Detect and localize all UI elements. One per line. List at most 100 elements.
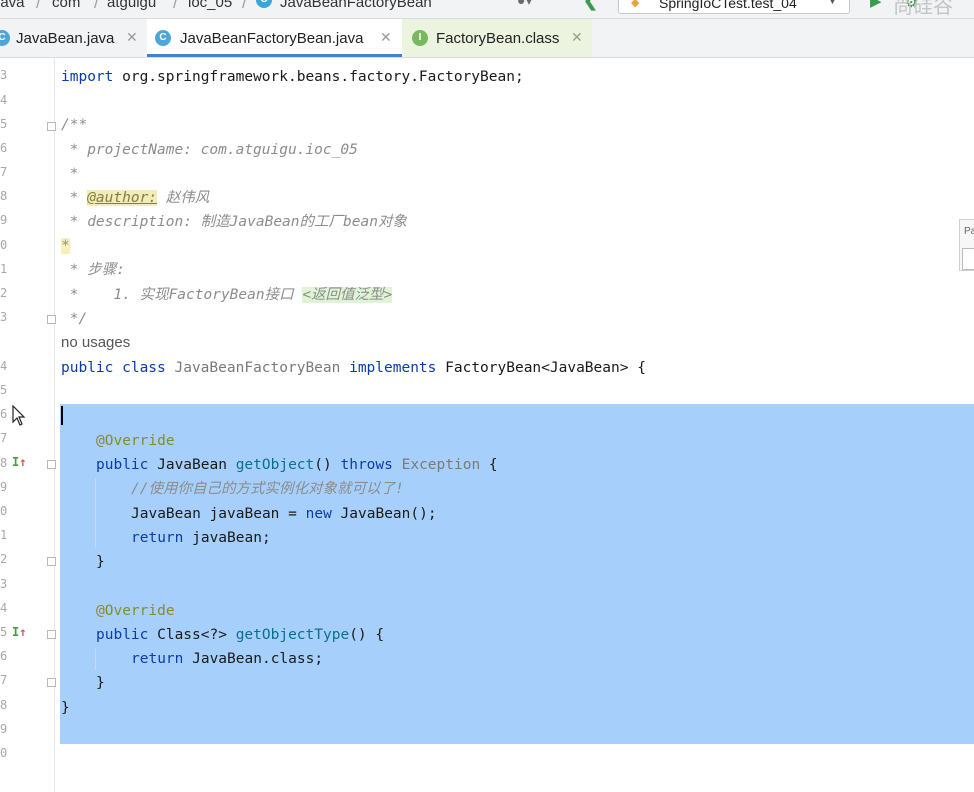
generic-highlight: <返回值泛型> (302, 287, 393, 303)
code-line-body-return[interactable]: return javaBean; (131, 527, 271, 549)
navigation-bar: java / com / atguigu / ioc_05 / C JavaBe… (0, 0, 974, 19)
implements-method-icon[interactable]: I↑ (12, 455, 26, 469)
implements-method-icon[interactable]: I↑ (12, 625, 26, 639)
line-number: 7 (0, 431, 8, 445)
tab-label: JavaBeanFactoryBean.java (180, 30, 364, 47)
line-number: 4 (0, 359, 8, 373)
code-line-import[interactable]: import org.springframework.beans.factory… (61, 66, 524, 88)
fold-marker[interactable] (47, 630, 56, 639)
code-line-doc-open[interactable]: /** (61, 114, 87, 136)
breadcrumb-item-java[interactable]: java (0, 0, 25, 11)
usages-hint[interactable]: no usages (61, 332, 130, 354)
code-line-override-2[interactable]: @Override (96, 600, 175, 622)
line-number: 8 (0, 698, 8, 712)
text-caret (61, 406, 63, 425)
line-number: 1 (0, 262, 8, 276)
run-configuration-select[interactable]: ◆ SpringIoCTest.test_04 ▼ (618, 0, 850, 14)
fold-marker[interactable] (47, 460, 56, 469)
mouse-cursor-icon (12, 405, 26, 426)
line-number: 6 (0, 141, 8, 155)
tab-factorybean-class[interactable]: I FactoryBean.class ✕ (402, 19, 592, 57)
breadcrumb-item-class[interactable]: JavaBeanFactoryBean (280, 0, 432, 11)
fold-marker[interactable] (47, 678, 56, 687)
line-number: 2 (0, 286, 8, 300)
code-line-doc-step1[interactable]: * 1. 实现FactoryBean接口 <返回值泛型> (61, 284, 393, 306)
code-line-close-brace[interactable]: } (96, 672, 105, 694)
run-config-label: SpringIoCTest.test_04 (659, 0, 797, 11)
breadcrumb-item-ioc05[interactable]: ioc_05 (188, 0, 232, 11)
code-line-gettype-return[interactable]: return JavaBean.class; (131, 648, 323, 670)
editor-tab-bar: C JavaBean.java ✕ C JavaBeanFactoryBean.… (0, 19, 974, 58)
code-line-getobjecttype[interactable]: public Class<?> getObjectType() { (96, 624, 384, 646)
breadcrumb-separator: / (36, 0, 41, 12)
code-line-getobject[interactable]: public JavaBean getObject() throws Excep… (96, 454, 498, 476)
code-line-class-declaration[interactable]: public class JavaBeanFactoryBean impleme… (61, 357, 646, 379)
line-number: 0 (0, 746, 8, 760)
code-line-doc-star-highlight[interactable]: * (61, 235, 70, 257)
breadcrumb-separator: / (94, 0, 99, 12)
tab-label: FactoryBean.class (436, 30, 560, 47)
code-line-doc-star[interactable]: * (61, 163, 79, 185)
code-line-doc-project[interactable]: * projectName: com.atguigu.ioc_05 (61, 139, 358, 161)
fold-marker[interactable] (47, 315, 56, 324)
editor-gutter[interactable]: 3 4 5 6 7 8 9 0 1 2 3 4 5 6 7 8 9 0 1 2 … (0, 58, 56, 792)
line-number: 8 (0, 189, 8, 203)
chevron-down-icon: ▼ (827, 0, 838, 7)
side-popup[interactable]: Pa (959, 219, 974, 271)
fold-marker[interactable] (47, 557, 56, 566)
line-number: 8 (0, 456, 8, 470)
tab-javabeanfactorybean[interactable]: C JavaBeanFactoryBean.java ✕ (147, 19, 402, 57)
line-number: 9 (0, 480, 8, 494)
code-line-body-decl[interactable]: JavaBean javaBean = new JavaBean(); (131, 503, 437, 525)
class-icon: C (155, 30, 171, 46)
run-config-icon: ◆ (631, 0, 640, 9)
user-icon[interactable]: ●▾ (517, 0, 532, 9)
line-number: 5 (0, 383, 8, 397)
line-number: 4 (0, 93, 8, 107)
line-number: 7 (0, 165, 8, 179)
run-icon[interactable]: ▶ (870, 0, 882, 10)
line-number: 3 (0, 577, 8, 591)
indent-guide (95, 478, 96, 548)
line-number: 5 (0, 117, 8, 131)
line-number: 6 (0, 407, 8, 421)
line-number: 3 (0, 310, 8, 324)
popup-button[interactable] (962, 248, 974, 270)
class-icon: C (256, 0, 272, 8)
close-icon[interactable]: ✕ (126, 29, 138, 46)
code-line-doc-author[interactable]: * @author: 赵伟风 (61, 187, 209, 209)
line-number: 9 (0, 213, 8, 227)
breadcrumb-item-com[interactable]: com (52, 0, 80, 11)
class-icon: C (0, 30, 10, 46)
author-tag: @author: (87, 190, 158, 206)
breadcrumb-separator: / (242, 0, 247, 12)
code-line-override-1[interactable]: @Override (96, 430, 175, 452)
code-line-doc-close[interactable]: */ (61, 308, 87, 330)
line-number: 9 (0, 722, 8, 736)
code-line-class-close[interactable]: } (61, 697, 70, 719)
line-number: 1 (0, 528, 8, 542)
code-line-close-brace[interactable]: } (96, 551, 105, 573)
back-arrow-icon[interactable]: ❮ (583, 0, 598, 11)
line-number: 0 (0, 504, 8, 518)
code-line-doc-description[interactable]: * description: 制造JavaBean的工厂bean对象 (61, 211, 407, 233)
line-number: 4 (0, 601, 8, 615)
line-number: 5 (0, 625, 8, 639)
breadcrumb-separator: / (173, 0, 178, 12)
fold-marker[interactable] (47, 122, 56, 131)
line-number: 6 (0, 649, 8, 663)
line-number: 3 (0, 68, 8, 82)
tab-javabean[interactable]: C JavaBean.java ✕ (0, 19, 147, 57)
breadcrumb-item-atguigu[interactable]: atguigu (107, 0, 156, 11)
watermark: 尚硅谷 (893, 0, 953, 18)
popup-label: Pa (964, 226, 974, 237)
tab-label: JavaBean.java (16, 30, 115, 47)
interface-icon: I (412, 30, 428, 46)
line-number: 0 (0, 238, 8, 252)
indent-guide (95, 648, 96, 670)
close-icon[interactable]: ✕ (380, 29, 392, 46)
close-icon[interactable]: ✕ (571, 29, 583, 46)
line-number: 2 (0, 552, 8, 566)
code-line-doc-steps[interactable]: * 步骤: (61, 259, 125, 281)
code-line-body-comment[interactable]: //使用你自己的方式实例化对象就可以了! (131, 478, 404, 500)
